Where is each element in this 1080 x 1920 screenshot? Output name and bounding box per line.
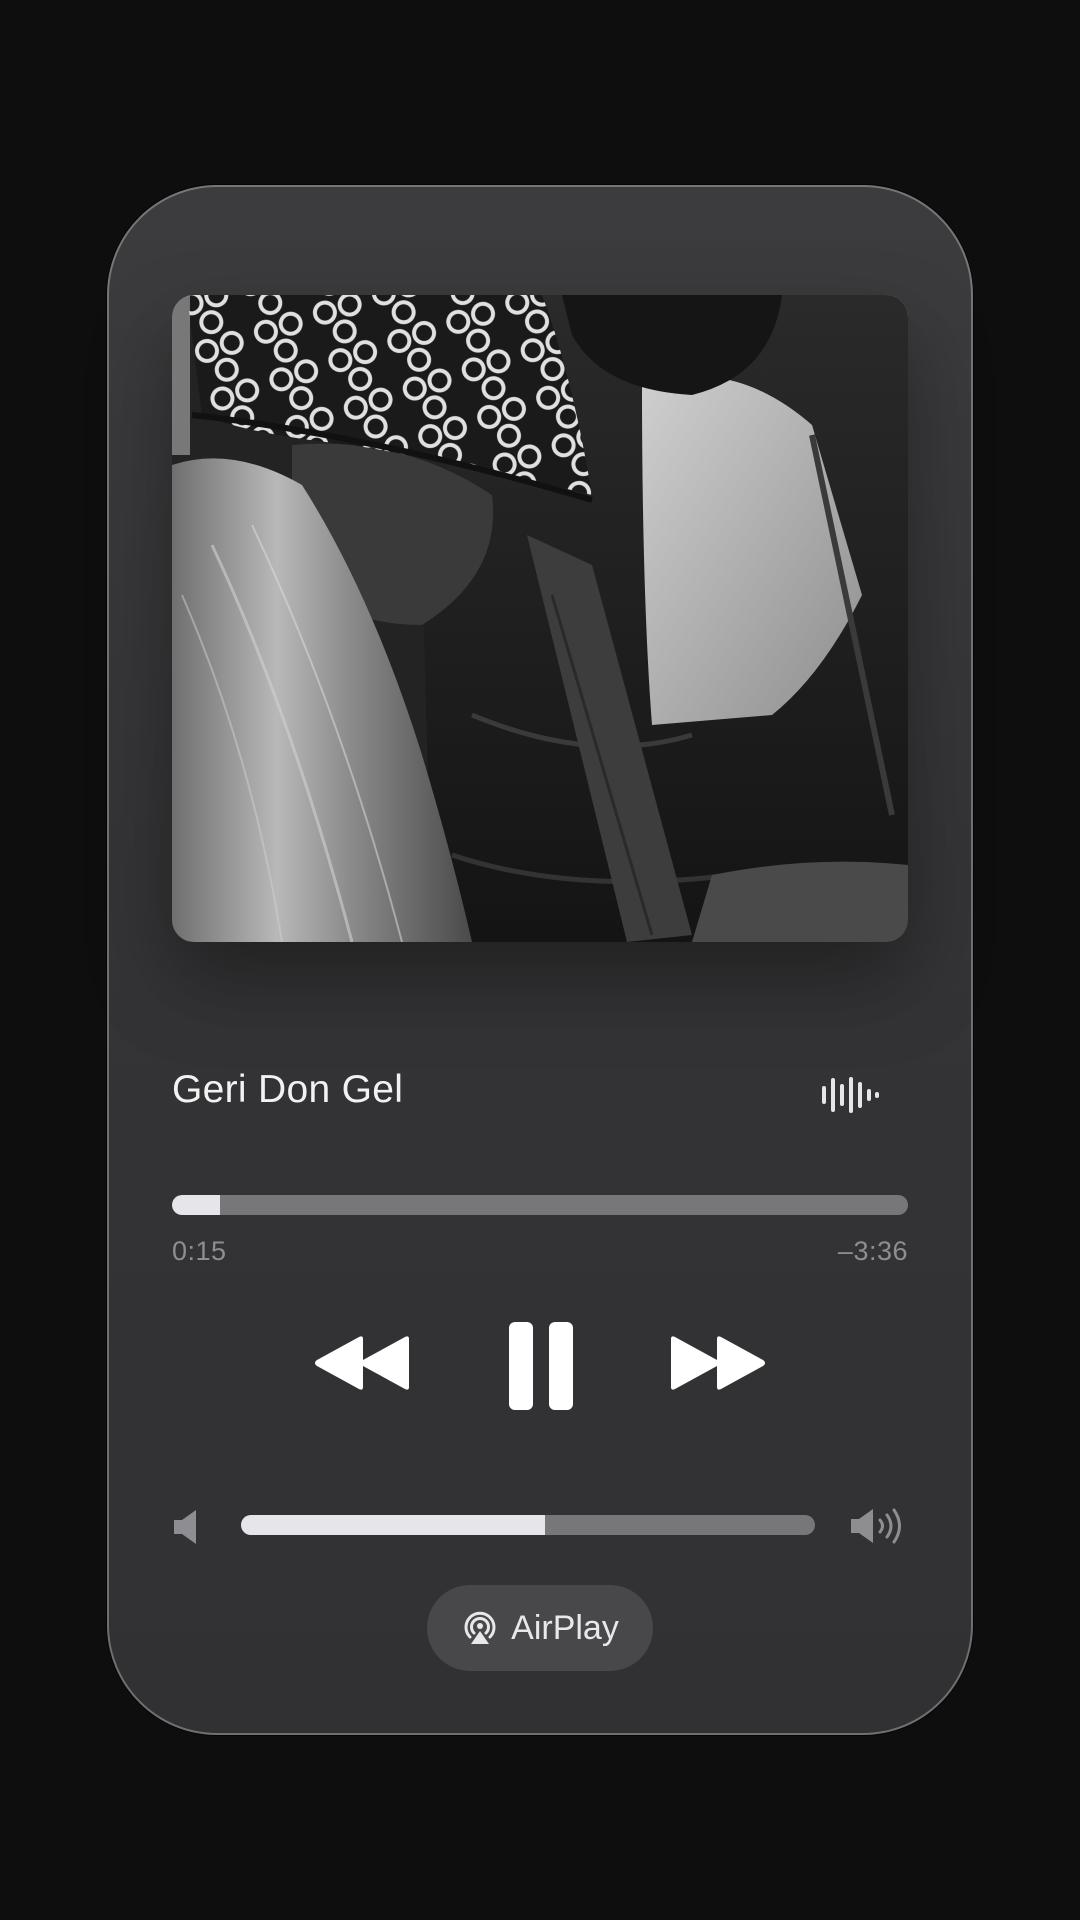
rewind-button[interactable] bbox=[313, 1333, 413, 1393]
forward-button[interactable] bbox=[667, 1333, 767, 1393]
airplay-button[interactable]: AirPlay bbox=[427, 1585, 653, 1671]
volume-slider[interactable] bbox=[241, 1515, 815, 1535]
pause-icon bbox=[509, 1322, 573, 1410]
now-playing-card: Geri Don Gel 0:15 –3:36 AirPlay bbox=[107, 185, 973, 1735]
pause-button[interactable] bbox=[507, 1320, 575, 1412]
backward-icon bbox=[315, 1336, 409, 1390]
playback-scrubber[interactable] bbox=[172, 1195, 908, 1215]
album-artwork bbox=[172, 295, 908, 942]
waveform-icon[interactable] bbox=[820, 1075, 880, 1115]
volume-level-fill bbox=[241, 1515, 546, 1535]
volume-high-icon bbox=[849, 1505, 907, 1547]
airplay-icon bbox=[464, 1611, 496, 1644]
airplay-label: AirPlay bbox=[511, 1609, 619, 1647]
remaining-time: –3:36 bbox=[837, 1236, 908, 1266]
volume-low-icon bbox=[172, 1507, 202, 1547]
elapsed-time: 0:15 bbox=[172, 1236, 227, 1266]
forward-icon bbox=[671, 1336, 765, 1390]
playback-progress-fill bbox=[172, 1195, 220, 1215]
track-title: Geri Don Gel bbox=[172, 1068, 404, 1111]
